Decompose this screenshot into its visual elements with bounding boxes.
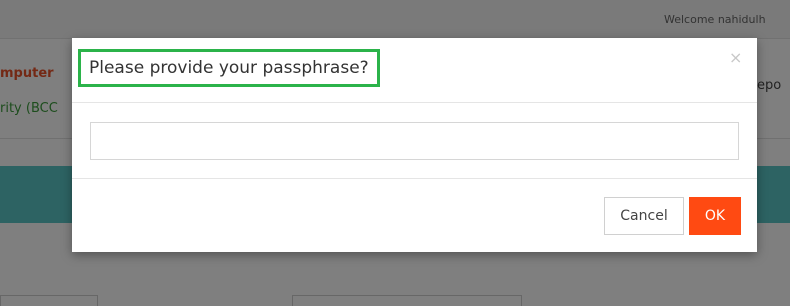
dialog-header: Please provide your passphrase? × xyxy=(72,38,757,103)
close-icon[interactable]: × xyxy=(729,50,742,66)
ok-button[interactable]: OK xyxy=(689,197,741,235)
dialog-footer: Cancel OK xyxy=(72,178,757,253)
cancel-button[interactable]: Cancel xyxy=(604,197,684,235)
dialog-title: Please provide your passphrase? xyxy=(78,49,380,87)
page: Welcome nahidulh mputer rity (BCC epo Pl… xyxy=(0,0,790,306)
passphrase-input[interactable] xyxy=(90,122,739,160)
passphrase-dialog: Please provide your passphrase? × Cancel… xyxy=(72,38,757,252)
